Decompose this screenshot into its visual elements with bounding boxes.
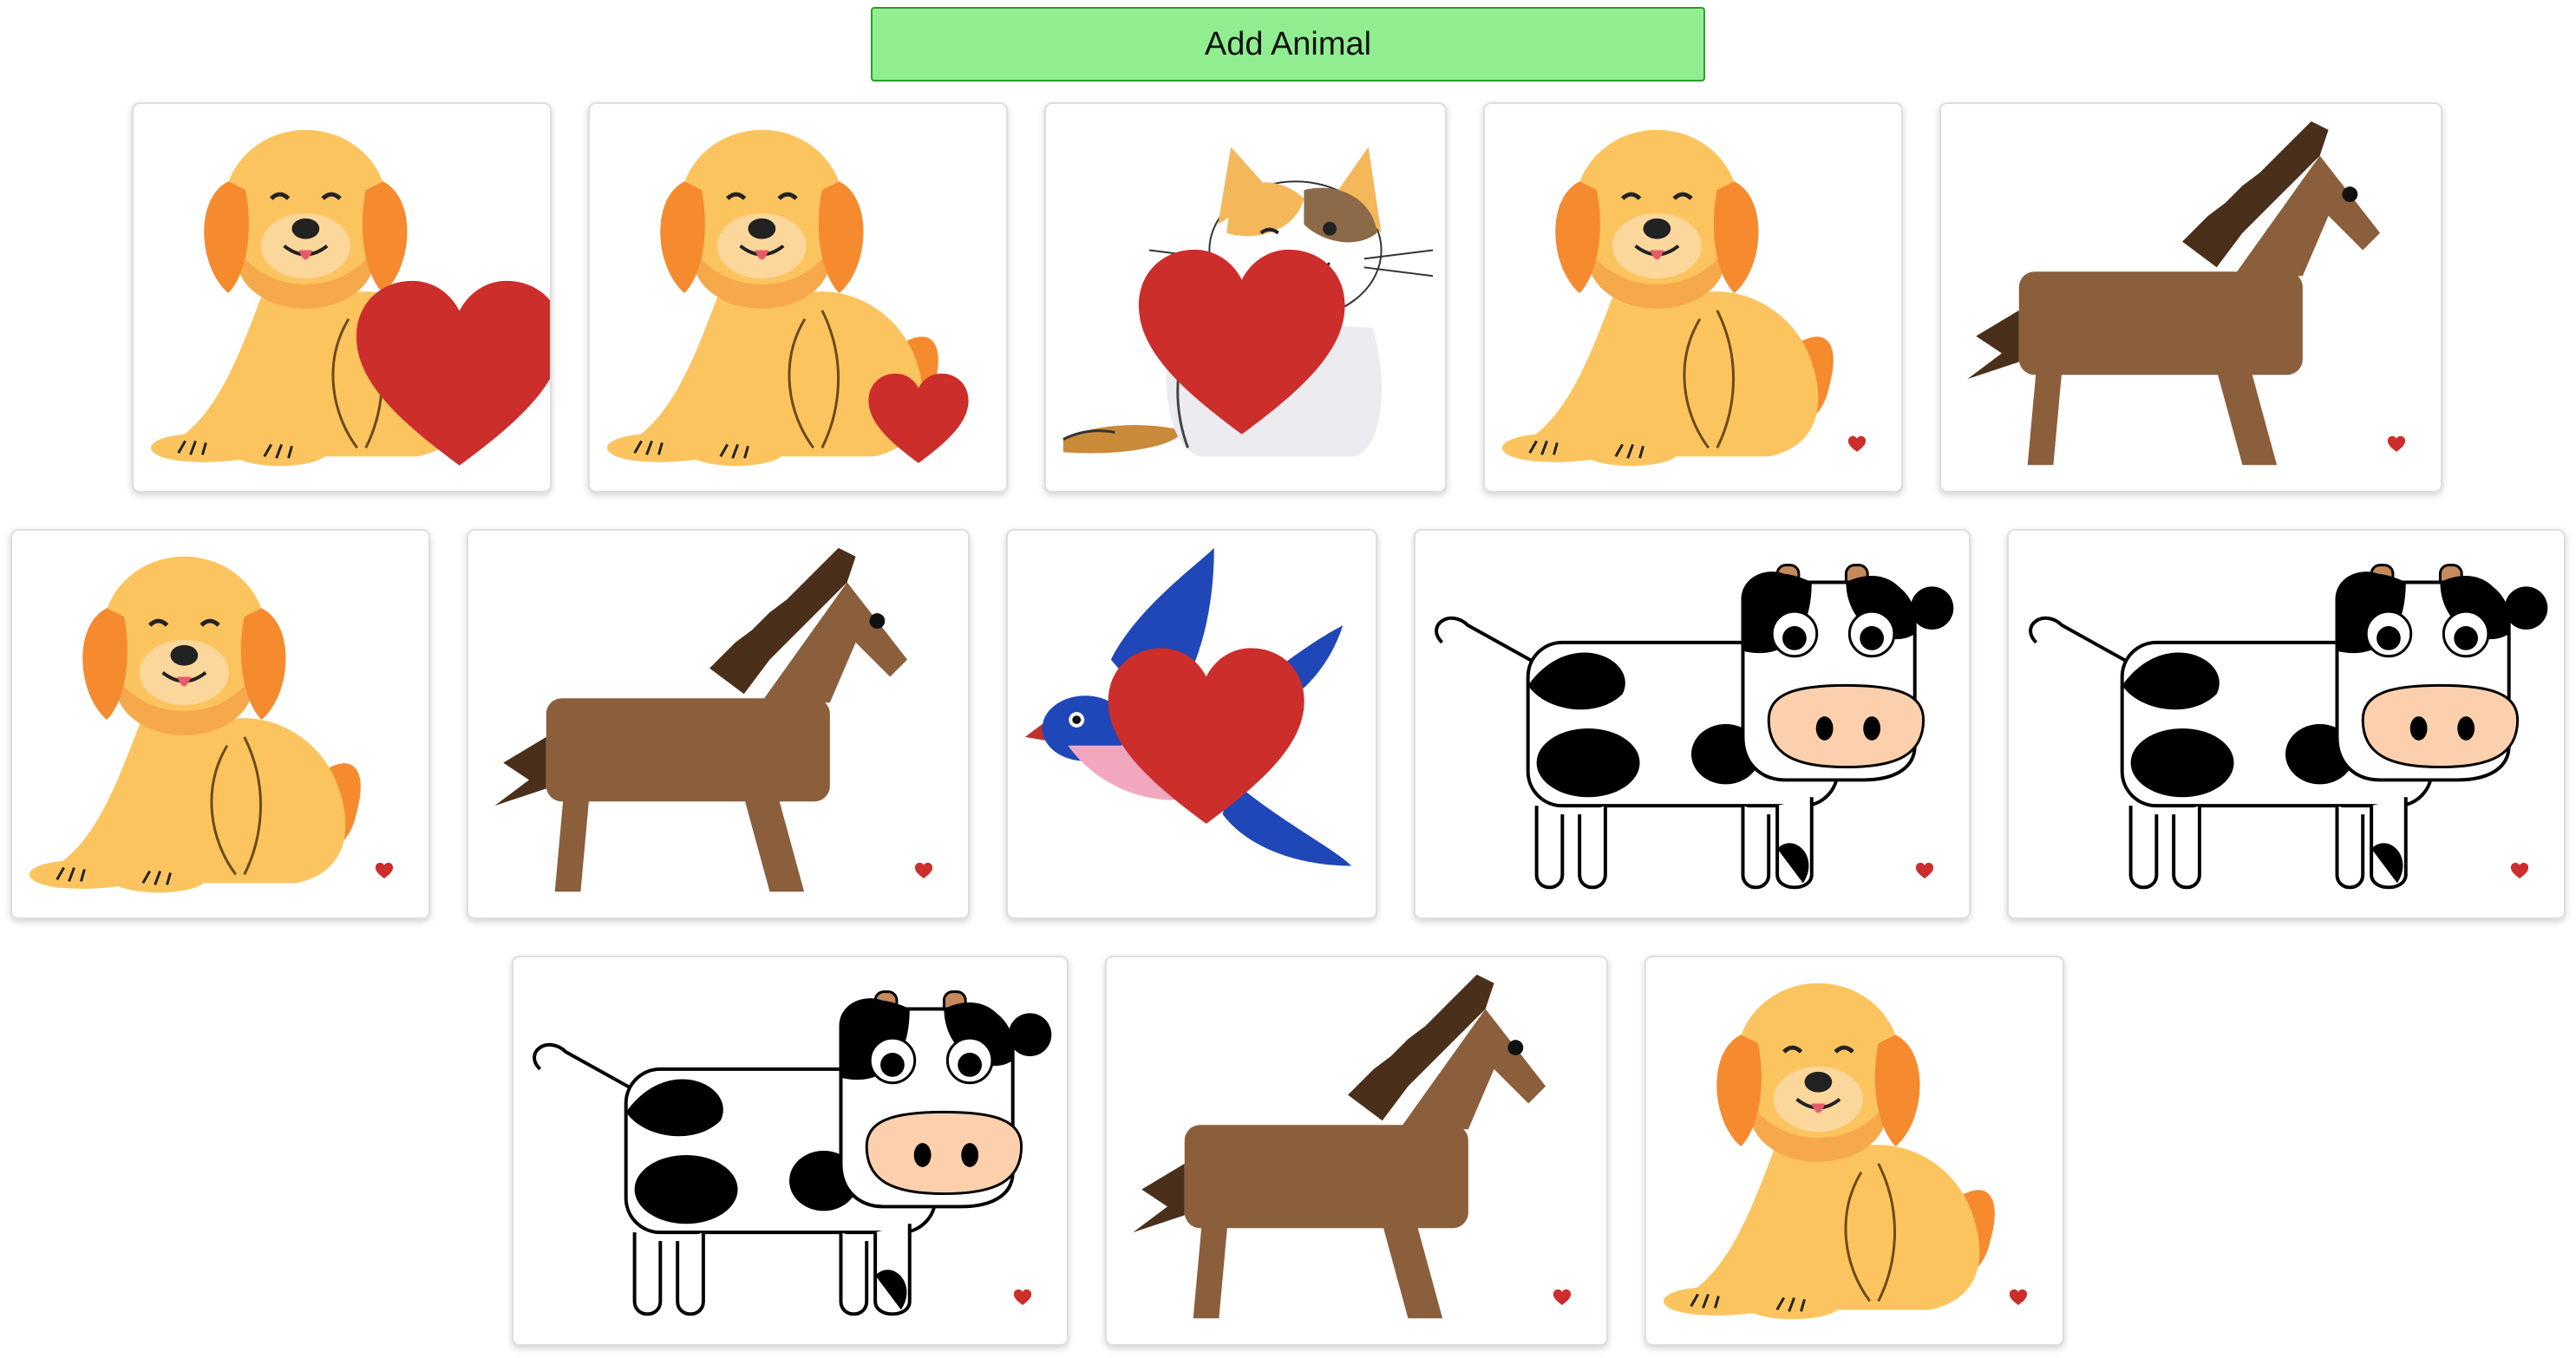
animal-card[interactable] bbox=[467, 529, 970, 919]
like-heart-icon[interactable] bbox=[1134, 241, 1350, 445]
like-heart-icon[interactable] bbox=[1915, 862, 1934, 879]
animal-card[interactable] bbox=[1644, 956, 2064, 1346]
like-heart-icon[interactable] bbox=[352, 272, 550, 476]
animal-card[interactable] bbox=[1044, 102, 1447, 493]
animal-card[interactable] bbox=[1006, 529, 1377, 919]
dog-illustration bbox=[1663, 983, 1995, 1320]
animal-card[interactable] bbox=[2007, 529, 2566, 919]
like-heart-icon[interactable] bbox=[2387, 435, 2406, 453]
like-heart-icon[interactable] bbox=[375, 862, 394, 879]
animal-card[interactable] bbox=[588, 102, 1008, 493]
animal-card[interactable] bbox=[1939, 102, 2442, 493]
like-heart-icon[interactable] bbox=[1553, 1289, 1572, 1306]
cow-illustration bbox=[1435, 564, 1954, 890]
animal-card[interactable] bbox=[1414, 529, 1971, 919]
like-heart-icon[interactable] bbox=[1847, 435, 1867, 453]
like-heart-icon[interactable] bbox=[1104, 640, 1308, 834]
dog-illustration bbox=[1501, 129, 1834, 467]
like-heart-icon[interactable] bbox=[2510, 862, 2529, 879]
add-animal-button[interactable]: Add Animal bbox=[871, 7, 1705, 82]
animal-card[interactable] bbox=[512, 956, 1069, 1346]
horse-illustration bbox=[1967, 121, 2381, 466]
like-heart-icon[interactable] bbox=[2009, 1289, 2028, 1306]
animal-card[interactable] bbox=[132, 102, 552, 493]
animal-card[interactable] bbox=[10, 529, 430, 919]
dog-illustration bbox=[29, 556, 361, 893]
horse-illustration bbox=[1133, 974, 1546, 1319]
horse-illustration bbox=[494, 547, 908, 892]
cow-illustration bbox=[533, 990, 1052, 1316]
like-heart-icon[interactable] bbox=[866, 369, 971, 468]
animal-card[interactable] bbox=[1105, 956, 1608, 1346]
like-heart-icon[interactable] bbox=[1013, 1289, 1032, 1306]
cow-illustration bbox=[2029, 564, 2548, 890]
animal-card[interactable] bbox=[1483, 102, 1903, 493]
like-heart-icon[interactable] bbox=[914, 862, 933, 879]
